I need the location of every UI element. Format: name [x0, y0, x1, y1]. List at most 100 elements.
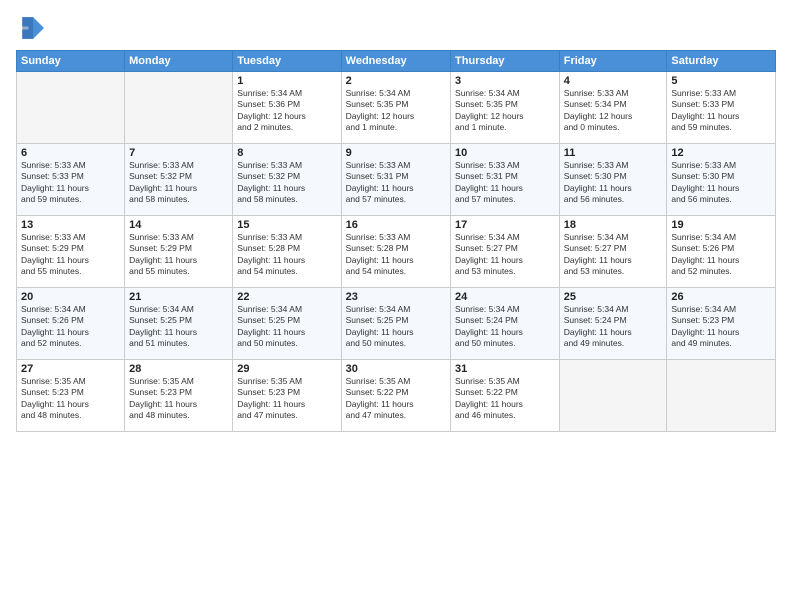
day-info: Sunrise: 5:33 AM Sunset: 5:28 PM Dayligh… — [237, 232, 336, 278]
calendar-cell: 26Sunrise: 5:34 AM Sunset: 5:23 PM Dayli… — [667, 288, 776, 360]
day-number: 25 — [564, 291, 663, 303]
calendar-cell: 1Sunrise: 5:34 AM Sunset: 5:36 PM Daylig… — [233, 72, 341, 144]
week-row-4: 20Sunrise: 5:34 AM Sunset: 5:26 PM Dayli… — [17, 288, 776, 360]
weekday-header-tuesday: Tuesday — [233, 51, 341, 72]
day-number: 15 — [237, 219, 336, 231]
day-number: 28 — [129, 363, 228, 375]
day-info: Sunrise: 5:35 AM Sunset: 5:23 PM Dayligh… — [129, 376, 228, 422]
day-number: 2 — [346, 75, 446, 87]
day-number: 1 — [237, 75, 336, 87]
calendar-cell: 24Sunrise: 5:34 AM Sunset: 5:24 PM Dayli… — [451, 288, 560, 360]
day-info: Sunrise: 5:33 AM Sunset: 5:33 PM Dayligh… — [21, 160, 120, 206]
day-info: Sunrise: 5:33 AM Sunset: 5:31 PM Dayligh… — [346, 160, 446, 206]
day-number: 21 — [129, 291, 228, 303]
calendar-cell: 19Sunrise: 5:34 AM Sunset: 5:26 PM Dayli… — [667, 216, 776, 288]
weekday-header-friday: Friday — [559, 51, 667, 72]
day-info: Sunrise: 5:33 AM Sunset: 5:30 PM Dayligh… — [564, 160, 663, 206]
calendar-cell — [667, 360, 776, 432]
day-info: Sunrise: 5:34 AM Sunset: 5:25 PM Dayligh… — [129, 304, 228, 350]
day-number: 7 — [129, 147, 228, 159]
day-info: Sunrise: 5:33 AM Sunset: 5:32 PM Dayligh… — [129, 160, 228, 206]
day-info: Sunrise: 5:33 AM Sunset: 5:29 PM Dayligh… — [21, 232, 120, 278]
calendar-cell: 8Sunrise: 5:33 AM Sunset: 5:32 PM Daylig… — [233, 144, 341, 216]
weekday-header-thursday: Thursday — [451, 51, 560, 72]
day-number: 9 — [346, 147, 446, 159]
calendar-cell: 11Sunrise: 5:33 AM Sunset: 5:30 PM Dayli… — [559, 144, 667, 216]
day-number: 22 — [237, 291, 336, 303]
day-number: 10 — [455, 147, 555, 159]
logo — [16, 14, 48, 42]
day-info: Sunrise: 5:35 AM Sunset: 5:23 PM Dayligh… — [237, 376, 336, 422]
day-number: 13 — [21, 219, 120, 231]
page: SundayMondayTuesdayWednesdayThursdayFrid… — [0, 0, 792, 612]
calendar-cell: 12Sunrise: 5:33 AM Sunset: 5:30 PM Dayli… — [667, 144, 776, 216]
day-number: 19 — [671, 219, 771, 231]
day-number: 11 — [564, 147, 663, 159]
day-info: Sunrise: 5:33 AM Sunset: 5:31 PM Dayligh… — [455, 160, 555, 206]
calendar-cell: 22Sunrise: 5:34 AM Sunset: 5:25 PM Dayli… — [233, 288, 341, 360]
day-number: 6 — [21, 147, 120, 159]
day-number: 27 — [21, 363, 120, 375]
weekday-header-wednesday: Wednesday — [341, 51, 450, 72]
calendar-table: SundayMondayTuesdayWednesdayThursdayFrid… — [16, 50, 776, 432]
calendar-cell: 29Sunrise: 5:35 AM Sunset: 5:23 PM Dayli… — [233, 360, 341, 432]
day-info: Sunrise: 5:33 AM Sunset: 5:34 PM Dayligh… — [564, 88, 663, 134]
header — [16, 14, 776, 42]
day-number: 16 — [346, 219, 446, 231]
calendar-cell: 6Sunrise: 5:33 AM Sunset: 5:33 PM Daylig… — [17, 144, 125, 216]
week-row-1: 1Sunrise: 5:34 AM Sunset: 5:36 PM Daylig… — [17, 72, 776, 144]
day-info: Sunrise: 5:35 AM Sunset: 5:22 PM Dayligh… — [346, 376, 446, 422]
day-info: Sunrise: 5:34 AM Sunset: 5:35 PM Dayligh… — [455, 88, 555, 134]
day-info: Sunrise: 5:34 AM Sunset: 5:23 PM Dayligh… — [671, 304, 771, 350]
logo-icon — [16, 14, 44, 42]
day-info: Sunrise: 5:34 AM Sunset: 5:26 PM Dayligh… — [21, 304, 120, 350]
week-row-2: 6Sunrise: 5:33 AM Sunset: 5:33 PM Daylig… — [17, 144, 776, 216]
calendar-cell: 4Sunrise: 5:33 AM Sunset: 5:34 PM Daylig… — [559, 72, 667, 144]
calendar-cell: 3Sunrise: 5:34 AM Sunset: 5:35 PM Daylig… — [451, 72, 560, 144]
day-info: Sunrise: 5:33 AM Sunset: 5:30 PM Dayligh… — [671, 160, 771, 206]
calendar-cell — [17, 72, 125, 144]
calendar-cell: 25Sunrise: 5:34 AM Sunset: 5:24 PM Dayli… — [559, 288, 667, 360]
weekday-header-row: SundayMondayTuesdayWednesdayThursdayFrid… — [17, 51, 776, 72]
weekday-header-sunday: Sunday — [17, 51, 125, 72]
calendar-cell — [125, 72, 233, 144]
day-number: 26 — [671, 291, 771, 303]
day-number: 14 — [129, 219, 228, 231]
day-info: Sunrise: 5:34 AM Sunset: 5:24 PM Dayligh… — [455, 304, 555, 350]
day-info: Sunrise: 5:34 AM Sunset: 5:27 PM Dayligh… — [455, 232, 555, 278]
day-info: Sunrise: 5:35 AM Sunset: 5:22 PM Dayligh… — [455, 376, 555, 422]
calendar-cell: 23Sunrise: 5:34 AM Sunset: 5:25 PM Dayli… — [341, 288, 450, 360]
calendar-cell: 14Sunrise: 5:33 AM Sunset: 5:29 PM Dayli… — [125, 216, 233, 288]
day-info: Sunrise: 5:34 AM Sunset: 5:26 PM Dayligh… — [671, 232, 771, 278]
calendar-cell: 7Sunrise: 5:33 AM Sunset: 5:32 PM Daylig… — [125, 144, 233, 216]
day-number: 29 — [237, 363, 336, 375]
day-info: Sunrise: 5:33 AM Sunset: 5:33 PM Dayligh… — [671, 88, 771, 134]
calendar-cell: 9Sunrise: 5:33 AM Sunset: 5:31 PM Daylig… — [341, 144, 450, 216]
day-number: 17 — [455, 219, 555, 231]
day-info: Sunrise: 5:33 AM Sunset: 5:28 PM Dayligh… — [346, 232, 446, 278]
calendar-cell: 17Sunrise: 5:34 AM Sunset: 5:27 PM Dayli… — [451, 216, 560, 288]
calendar-cell: 21Sunrise: 5:34 AM Sunset: 5:25 PM Dayli… — [125, 288, 233, 360]
calendar-cell: 30Sunrise: 5:35 AM Sunset: 5:22 PM Dayli… — [341, 360, 450, 432]
calendar-cell: 5Sunrise: 5:33 AM Sunset: 5:33 PM Daylig… — [667, 72, 776, 144]
day-number: 4 — [564, 75, 663, 87]
weekday-header-saturday: Saturday — [667, 51, 776, 72]
day-number: 24 — [455, 291, 555, 303]
day-number: 5 — [671, 75, 771, 87]
calendar-cell: 28Sunrise: 5:35 AM Sunset: 5:23 PM Dayli… — [125, 360, 233, 432]
calendar-cell: 20Sunrise: 5:34 AM Sunset: 5:26 PM Dayli… — [17, 288, 125, 360]
day-number: 31 — [455, 363, 555, 375]
week-row-3: 13Sunrise: 5:33 AM Sunset: 5:29 PM Dayli… — [17, 216, 776, 288]
calendar-cell: 13Sunrise: 5:33 AM Sunset: 5:29 PM Dayli… — [17, 216, 125, 288]
day-info: Sunrise: 5:34 AM Sunset: 5:36 PM Dayligh… — [237, 88, 336, 134]
calendar-cell: 10Sunrise: 5:33 AM Sunset: 5:31 PM Dayli… — [451, 144, 560, 216]
day-info: Sunrise: 5:34 AM Sunset: 5:25 PM Dayligh… — [237, 304, 336, 350]
day-number: 23 — [346, 291, 446, 303]
day-number: 18 — [564, 219, 663, 231]
calendar-cell: 31Sunrise: 5:35 AM Sunset: 5:22 PM Dayli… — [451, 360, 560, 432]
day-number: 12 — [671, 147, 771, 159]
day-number: 30 — [346, 363, 446, 375]
day-number: 8 — [237, 147, 336, 159]
calendar-cell: 2Sunrise: 5:34 AM Sunset: 5:35 PM Daylig… — [341, 72, 450, 144]
calendar-cell — [559, 360, 667, 432]
